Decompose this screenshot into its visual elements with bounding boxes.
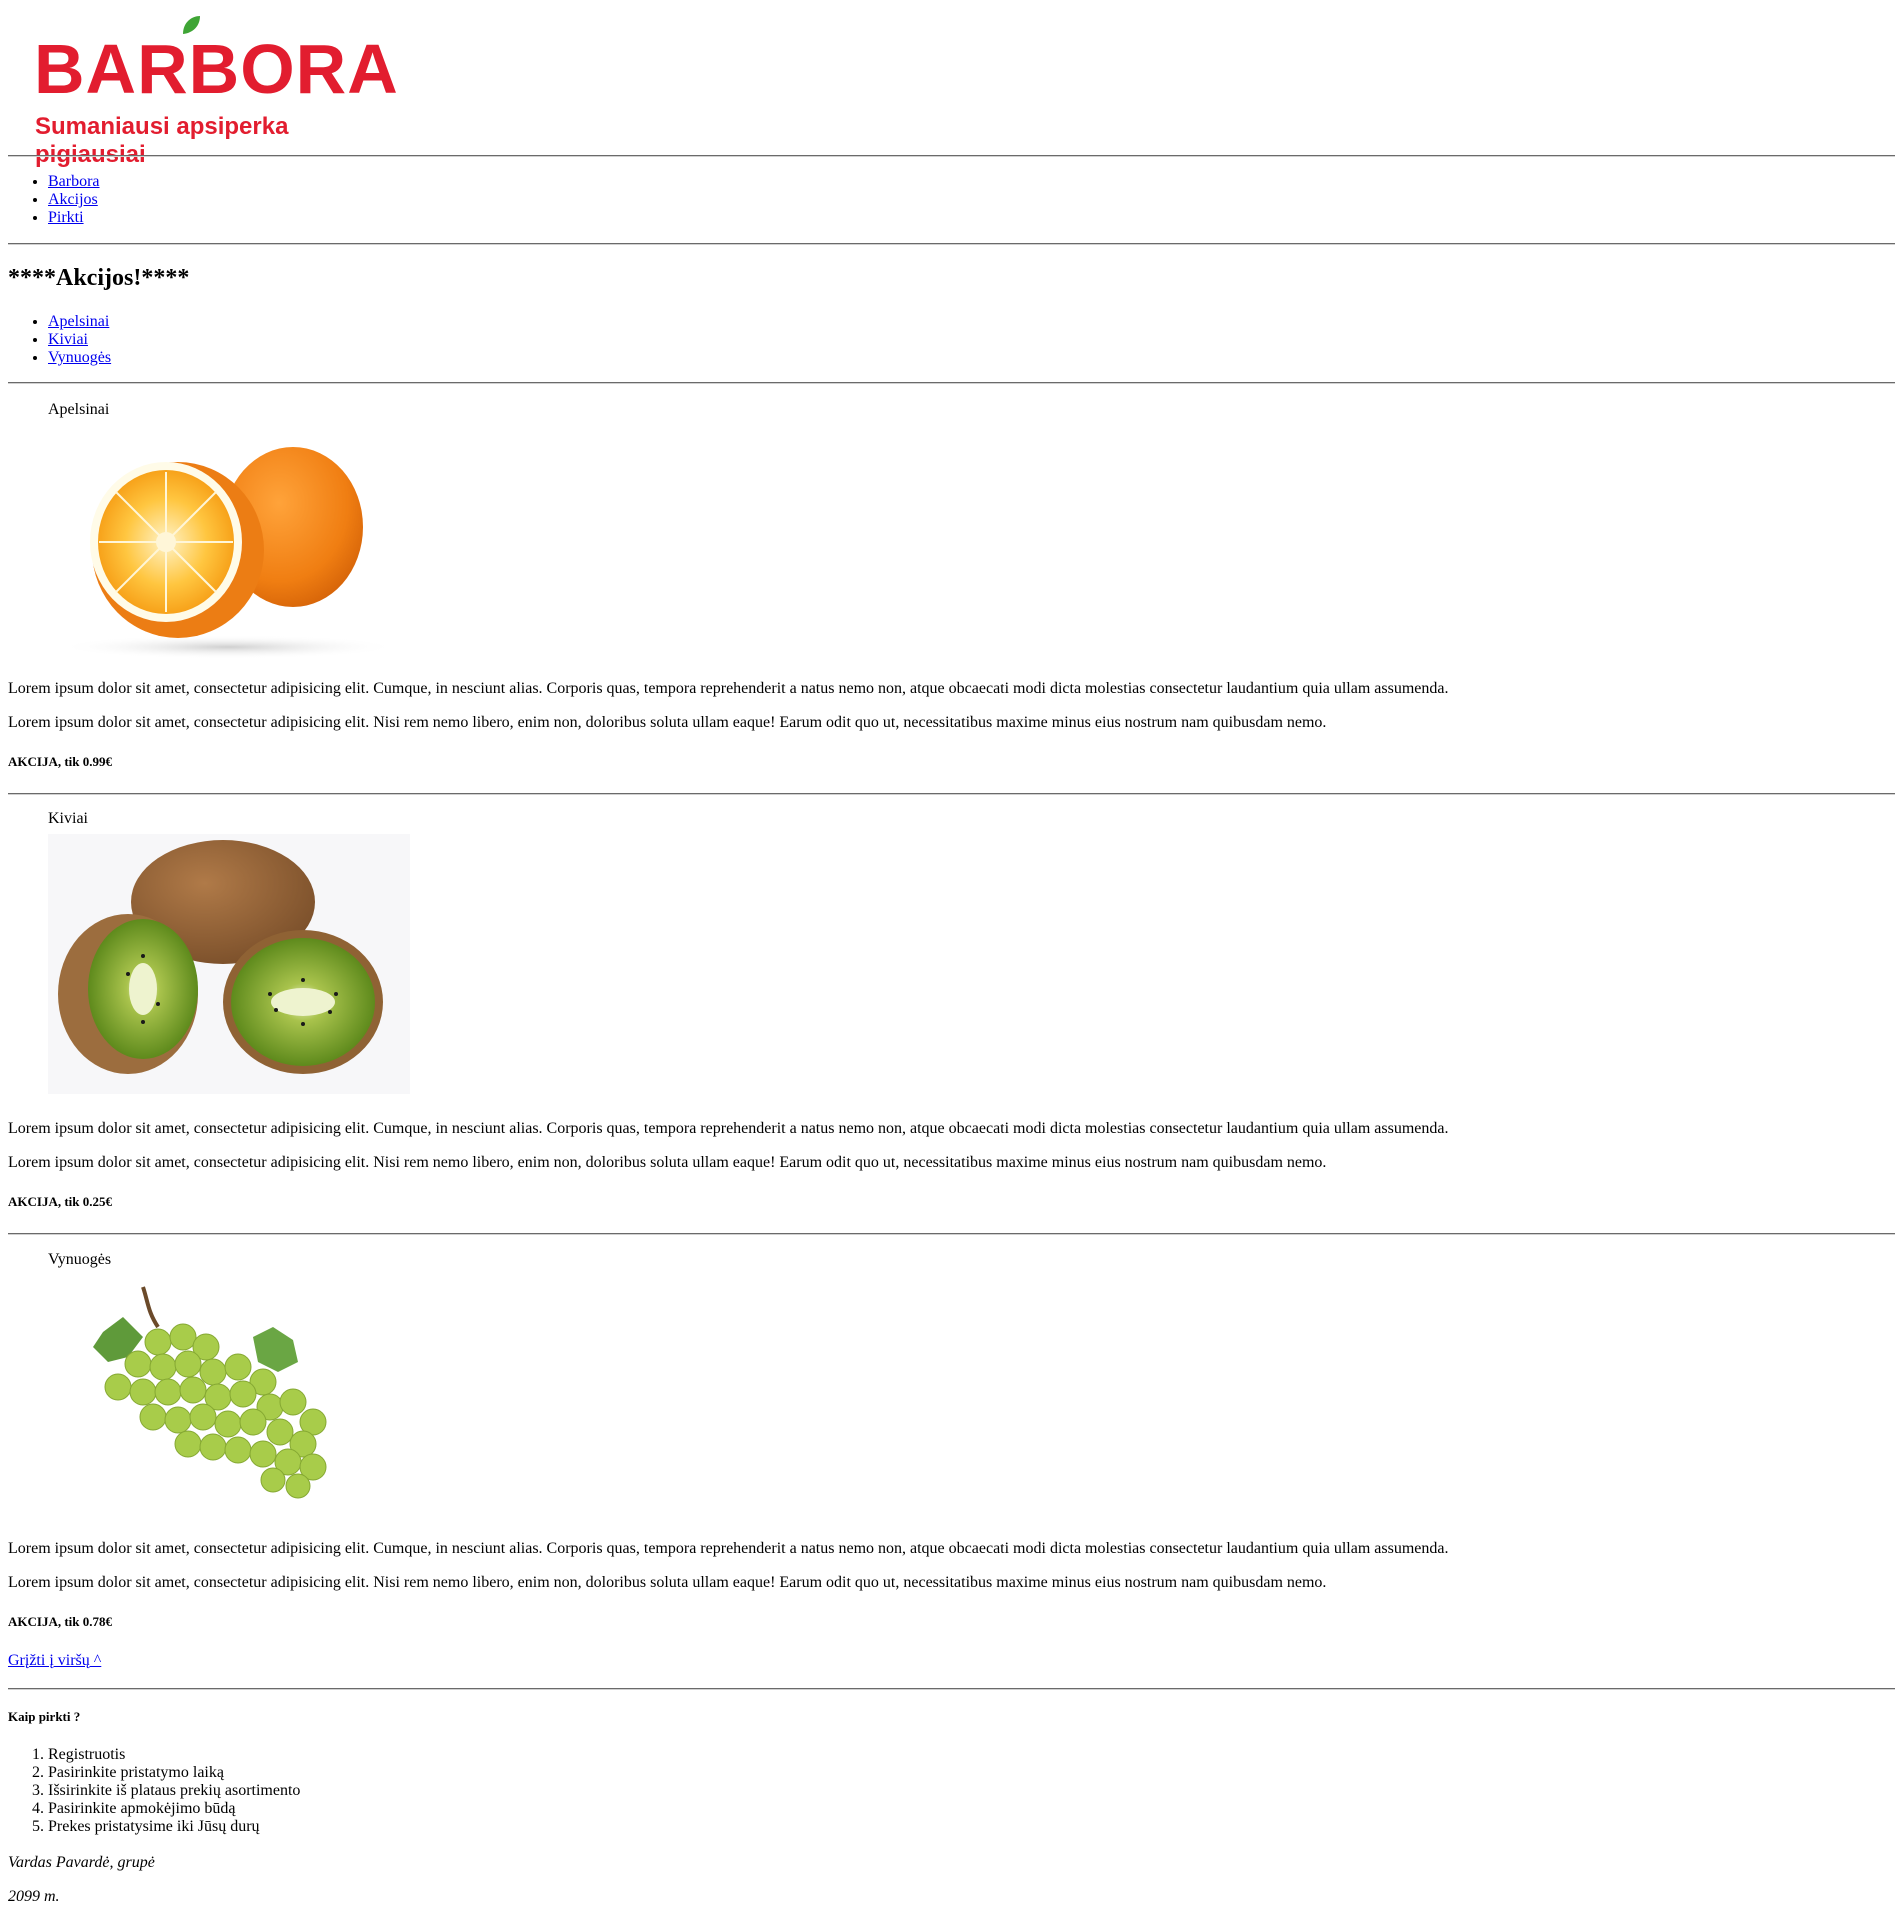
- promo-links: Apelsinai Kiviai Vynuogės: [8, 313, 111, 367]
- product-price: AKCIJA, tik 0.78€: [8, 1614, 113, 1629]
- divider: [8, 1233, 1895, 1235]
- product-name: Vynuogės: [48, 1251, 112, 1268]
- product-price: AKCIJA, tik 0.99€: [8, 754, 113, 769]
- footer-year: 2099 m.: [8, 1888, 60, 1905]
- product-description: Lorem ipsum dolor sit amet, consectetur …: [8, 680, 1449, 697]
- product-price: AKCIJA, tik 0.25€: [8, 1194, 113, 1209]
- divider: [8, 243, 1895, 245]
- nav-link-pirkti[interactable]: Pirkti: [48, 209, 84, 226]
- howto-title: Kaip pirkti ?: [8, 1709, 81, 1724]
- product-description: Lorem ipsum dolor sit amet, consectetur …: [8, 1574, 1327, 1591]
- product-name: Kiviai: [48, 810, 88, 827]
- promo-item: Kiviai: [48, 331, 111, 349]
- grapes-image: [48, 1282, 410, 1512]
- nav-item-barbora: Barbora: [48, 173, 100, 191]
- product-name: Apelsinai: [48, 401, 110, 418]
- promo-item: Vynuogės: [48, 349, 111, 367]
- promo-link-vynuoges[interactable]: Vynuogės: [48, 349, 111, 366]
- howto-step: Išsirinkite iš plataus prekių asortiment…: [48, 1782, 300, 1800]
- product-description: Lorem ipsum dolor sit amet, consectetur …: [8, 1120, 1449, 1137]
- logo-tagline: Sumaniausi apsiperka pigiausiai: [35, 113, 289, 168]
- howto-step: Prekes pristatysime iki Jūsų durų: [48, 1818, 300, 1836]
- promo-item: Apelsinai: [48, 313, 111, 331]
- orange-image: [48, 432, 410, 660]
- main-nav: Barbora Akcijos Pirkti: [8, 173, 100, 227]
- howto-step: Pasirinkite pristatymo laiką: [48, 1764, 300, 1782]
- howto-steps: Registruotis Pasirinkite pristatymo laik…: [8, 1746, 300, 1836]
- kiwi-image: [48, 834, 410, 1094]
- nav-link-barbora[interactable]: Barbora: [48, 173, 100, 190]
- howto-step: Pasirinkite apmokėjimo būdą: [48, 1800, 300, 1818]
- nav-item-pirkti: Pirkti: [48, 209, 100, 227]
- divider: [8, 793, 1895, 795]
- nav-link-akcijos[interactable]: Akcijos: [48, 191, 98, 208]
- logo-wordmark: BARBORA: [34, 30, 399, 108]
- promo-link-apelsinai[interactable]: Apelsinai: [48, 313, 109, 330]
- howto-step: Registruotis: [48, 1746, 300, 1764]
- nav-item-akcijos: Akcijos: [48, 191, 100, 209]
- promo-link-kiviai[interactable]: Kiviai: [48, 331, 88, 348]
- back-to-top-link[interactable]: Grįžti į viršų ^: [8, 1652, 101, 1670]
- product-description: Lorem ipsum dolor sit amet, consectetur …: [8, 1154, 1327, 1171]
- divider: [8, 1688, 1895, 1690]
- divider: [8, 155, 1895, 157]
- product-description: Lorem ipsum dolor sit amet, consectetur …: [8, 714, 1327, 731]
- divider: [8, 382, 1895, 384]
- barbora-logo: BARBORA Sumaniausi apsiperka pigiausiai: [28, 14, 398, 168]
- promo-heading: ****Akcijos!****: [8, 265, 190, 291]
- footer-author: Vardas Pavardė, grupė: [8, 1854, 155, 1871]
- product-description: Lorem ipsum dolor sit amet, consectetur …: [8, 1540, 1449, 1557]
